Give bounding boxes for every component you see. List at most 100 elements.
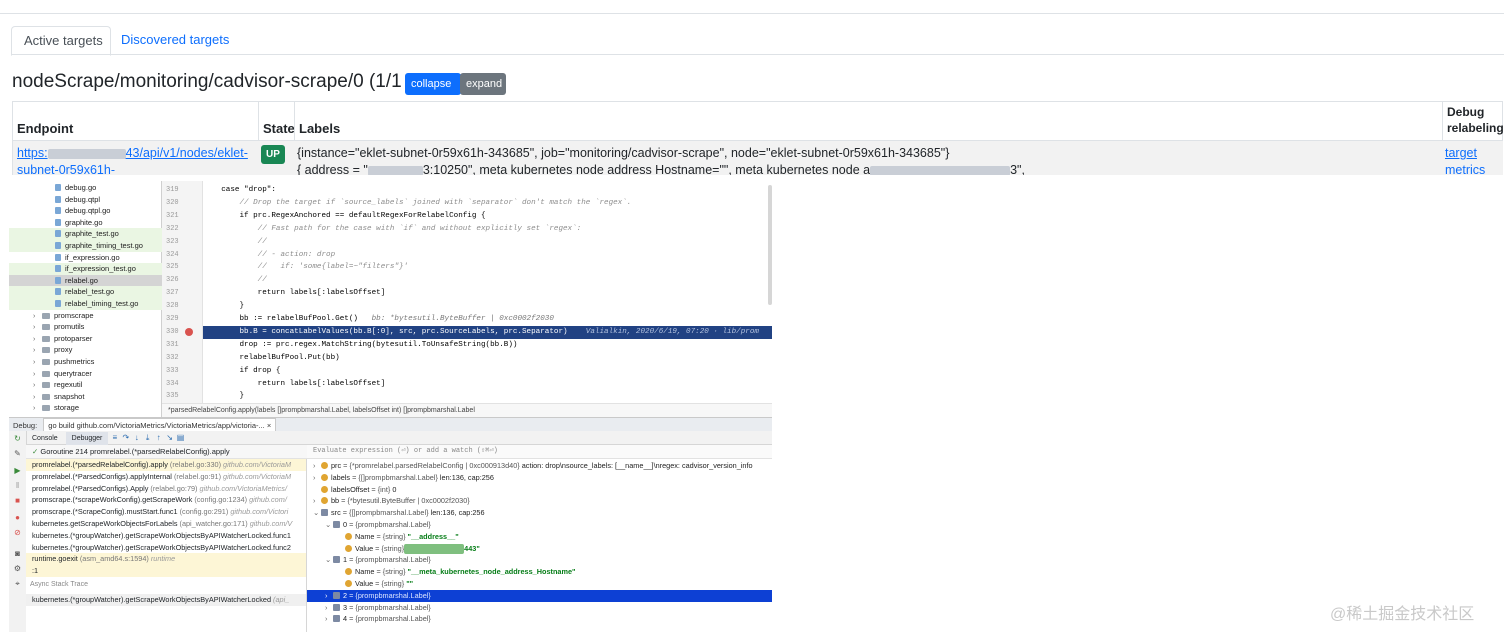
code-line[interactable]: // if: 'some{label=~"filters"}' (203, 261, 772, 274)
go-file-icon (55, 253, 61, 261)
expand-toggle-icon[interactable]: › (325, 602, 333, 614)
pause-icon[interactable]: ‖ (13, 481, 22, 490)
expand-toggle-icon[interactable]: › (325, 590, 333, 602)
expand-toggle-icon[interactable]: ⌄ (325, 554, 333, 566)
expand-toggle-icon[interactable]: › (313, 495, 321, 507)
tree-folder[interactable]: › storage (9, 402, 185, 414)
resume-icon[interactable]: ▶ (13, 466, 22, 475)
expand-toggle-icon[interactable]: ⌄ (313, 507, 321, 519)
chevron-right-icon[interactable]: › (33, 403, 42, 415)
tree-folder[interactable]: › protoparser (9, 333, 185, 345)
stack-frame[interactable]: promscrape.(*scrapeWorkConfig).getScrape… (26, 494, 306, 506)
stack-frame[interactable]: kubernetes.getScrapeWorkObjectsForLabels… (26, 518, 306, 530)
breakpoint-icon[interactable] (185, 328, 193, 337)
endpoint-link[interactable]: https: 43/api/v1/nodes/eklet- subnet-0r59… (17, 145, 257, 175)
code-editor[interactable]: case "drop": // Drop the target if `sour… (203, 181, 772, 417)
stack-frame[interactable]: runtime.goexit (asm_amd64.s:1594) runtim… (26, 553, 306, 566)
code-line[interactable]: if prc.RegexAnchored == defaultRegexForR… (203, 210, 772, 223)
mute-breakpoints-icon[interactable]: ⊘ (13, 528, 22, 537)
code-line[interactable]: bb := relabelBufPool.Get() bb: *bytesuti… (203, 313, 772, 326)
target-link[interactable]: target (1445, 146, 1477, 160)
stack-frame[interactable]: promrelabel.(*ParsedConfigs).applyIntern… (26, 471, 306, 483)
tab-debugger[interactable]: Debugger (65, 432, 109, 445)
breakpoints-icon[interactable]: ● (13, 513, 22, 522)
expand-toggle-icon[interactable]: › (313, 460, 321, 472)
variable-row[interactable]: ⌄ 0 = {prompbmarshal.Label} (307, 519, 772, 531)
code-line[interactable]: // (203, 236, 772, 249)
variable-row[interactable]: › bb = {*bytesutil.ByteBuffer | 0xc0002f2… (307, 495, 772, 507)
stack-frame[interactable]: promrelabel.(*parsedRelabelConfig).apply… (26, 459, 306, 471)
tree-folder[interactable]: › promutils (9, 321, 185, 333)
step-over-icon[interactable]: ↷ (121, 431, 130, 444)
tree-folder[interactable]: › snapshot (9, 391, 185, 403)
variable-row[interactable]: Value = {string} "" (307, 578, 772, 590)
stack-frame[interactable]: promscrape.(*ScrapeConfig).mustStart.fun… (26, 506, 306, 518)
force-step-into-icon[interactable]: ⤓ (143, 431, 152, 444)
field-icon (345, 532, 352, 540)
code-line[interactable]: drop := prc.regex.MatchString(bytesutil.… (203, 339, 772, 352)
variable-row[interactable]: ⌄ 1 = {prompbmarshal.Label} (307, 554, 772, 566)
tab-active-targets[interactable]: Active targets (11, 26, 111, 56)
code-line[interactable]: case "drop": (203, 184, 772, 197)
variable-row[interactable]: › 2 = {prompbmarshal.Label} (307, 589, 772, 602)
tree-folder[interactable]: › querytracer (9, 368, 185, 380)
tab-discovered-targets[interactable]: Discovered targets (109, 26, 241, 54)
collapse-button[interactable]: collapse (405, 73, 461, 95)
tree-folder[interactable]: › regexutil (9, 379, 185, 391)
variable-row[interactable]: › prc = {*promrelabel.parsedRelabelConfig… (307, 460, 772, 472)
goroutine-selector[interactable]: ✓ Goroutine 214 promrelabel.(*parsedRela… (26, 445, 312, 459)
expand-toggle-icon[interactable]: › (313, 472, 321, 484)
pin-icon[interactable]: ⌖ (13, 579, 22, 588)
field-icon (345, 568, 352, 576)
variable-row[interactable]: Name = {string} "__meta_kubernetes_node_… (307, 566, 772, 578)
code-line[interactable]: // - action: drop (203, 249, 772, 262)
step-into-icon[interactable]: ↓ (132, 431, 141, 444)
variable-row[interactable]: › 3 = {prompbmarshal.Label} (307, 602, 772, 614)
variable-row[interactable]: ⌄ src = {[]prompbmarshal.Label} len:136, … (307, 507, 772, 519)
code-line[interactable]: if drop { (203, 365, 772, 378)
editor-scrollbar[interactable] (768, 185, 772, 305)
current-execution-line[interactable]: bb.B = concatLabelValues(bb.B[:0], src, … (203, 325, 772, 339)
stack-frame[interactable]: promrelabel.(*ParsedConfigs).Apply (rela… (26, 483, 306, 495)
variable-row[interactable]: Value = {string} 443" (307, 543, 772, 555)
code-line[interactable]: } (203, 300, 772, 313)
variable-row[interactable]: › 4 = {prompbmarshal.Label} (307, 613, 772, 625)
code-line[interactable]: // Fast path for the case with `if` and … (203, 223, 772, 236)
code-line[interactable]: } (203, 390, 772, 403)
code-line[interactable]: // Drop the target if `source_labels` jo… (203, 197, 772, 210)
rerun-icon[interactable]: ↻ (13, 434, 22, 443)
debug-session-tab[interactable]: go build github.com/VictoriaMetrics/Vict… (43, 418, 277, 432)
run-to-cursor-icon[interactable]: ↘ (165, 431, 174, 444)
stop-icon[interactable]: ■ (13, 496, 22, 505)
expand-toggle-icon[interactable]: › (325, 613, 333, 625)
variable-row[interactable]: labelsOffset = {int} 0 (307, 484, 772, 496)
metrics-link[interactable]: metrics (1445, 163, 1485, 175)
stack-frame[interactable]: kubernetes.(*groupWatcher).getScrapeWork… (26, 542, 306, 554)
code-line[interactable]: return labels[:labelsOffset] (203, 378, 772, 391)
evaluate-icon[interactable]: ▤ (176, 431, 185, 444)
variable-row[interactable]: › labels = {[]prompbmarshal.Label} len:13… (307, 472, 772, 484)
camera-icon[interactable]: ◙ (13, 549, 22, 558)
stack-frame[interactable]: kubernetes.(*groupWatcher).getScrapeWork… (26, 530, 306, 542)
close-icon[interactable]: × (267, 421, 271, 430)
folder-icon (42, 382, 50, 389)
variable-row[interactable]: Name = {string} "__address__" (307, 531, 772, 543)
menu-icon[interactable]: ≡ (110, 431, 119, 444)
redacted-address (367, 165, 423, 175)
step-out-icon[interactable]: ↑ (154, 431, 163, 444)
code-line[interactable]: relabelBufPool.Put(bb) (203, 352, 772, 365)
tree-folder[interactable]: › pushmetrics (9, 356, 185, 368)
gear-icon[interactable]: ⚙ (13, 564, 22, 573)
endpoint-text-start: https: (17, 146, 48, 160)
expand-button[interactable]: expand (460, 73, 506, 95)
tree-folder[interactable]: › promscrape (9, 310, 185, 322)
async-stack-frame[interactable]: kubernetes.(*groupWatcher).getScrapeWork… (26, 594, 306, 606)
tree-folder[interactable]: › proxy (9, 344, 185, 356)
stack-frame[interactable]: :1 (26, 565, 306, 577)
tab-console[interactable]: Console (26, 432, 64, 445)
expand-toggle-icon[interactable]: ⌄ (325, 519, 333, 531)
evaluate-expression-input[interactable]: Evaluate expression (⏎) or add a watch (… (307, 445, 772, 459)
code-line[interactable]: return labels[:labelsOffset] (203, 287, 772, 300)
settings-icon[interactable]: ✎ (13, 449, 22, 458)
code-line[interactable]: // (203, 274, 772, 287)
